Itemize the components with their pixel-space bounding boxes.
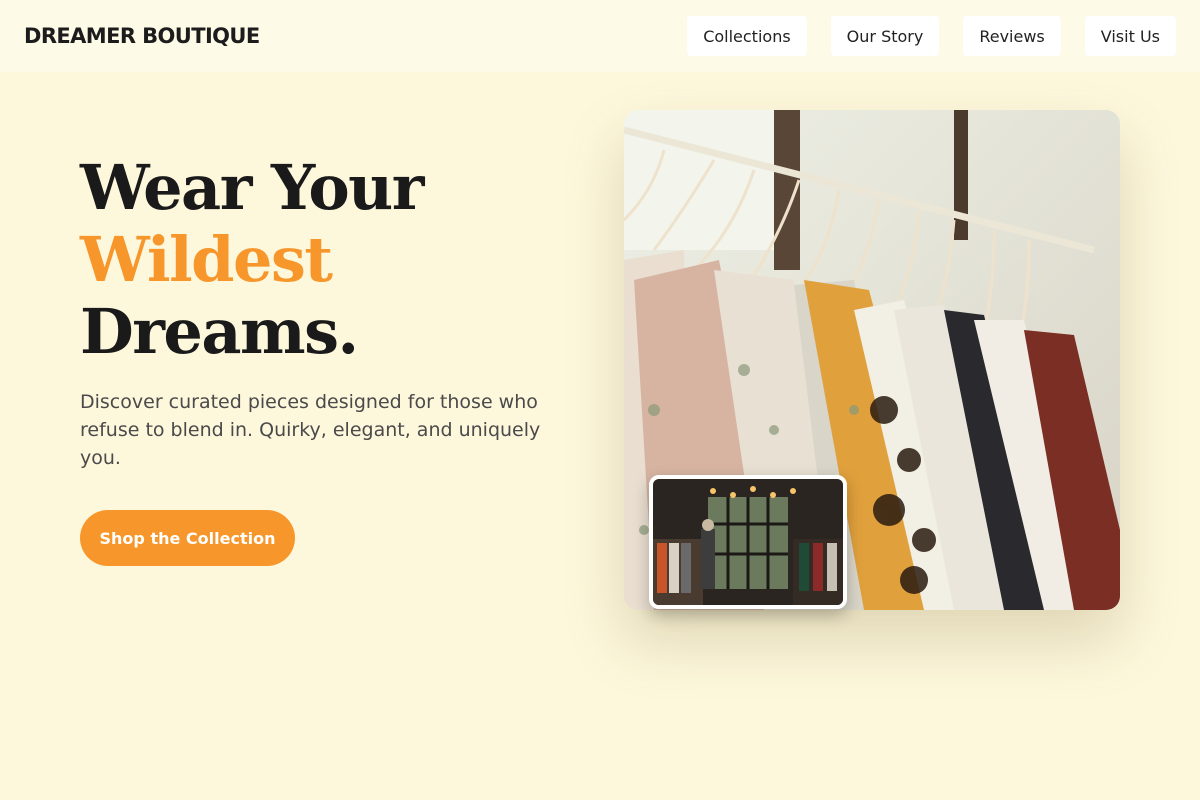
headline-line-3: Dreams. [80, 295, 359, 368]
hero-headline: Wear Your Wildest Dreams. [80, 152, 560, 368]
nav-link-our-story[interactable]: Our Story [830, 16, 940, 56]
store-interior-thumbnail [649, 475, 847, 609]
hero-text: Wear Your Wildest Dreams. Discover curat… [80, 152, 560, 472]
nav-link-reviews[interactable]: Reviews [963, 16, 1061, 56]
brand-logo[interactable]: DREAMER BOUTIQUE [24, 24, 260, 48]
headline-accent: Wildest [80, 223, 333, 296]
headline-line-1: Wear Your [80, 151, 424, 224]
main-nav: Collections Our Story Reviews Visit Us [687, 16, 1176, 56]
nav-link-collections[interactable]: Collections [687, 16, 807, 56]
top-navbar: DREAMER BOUTIQUE Collections Our Story R… [0, 0, 1200, 72]
hero-subcopy: Discover curated pieces designed for tho… [80, 391, 541, 469]
shop-collection-button[interactable]: Shop the Collection [80, 510, 295, 566]
nav-link-visit-us[interactable]: Visit Us [1084, 16, 1176, 56]
